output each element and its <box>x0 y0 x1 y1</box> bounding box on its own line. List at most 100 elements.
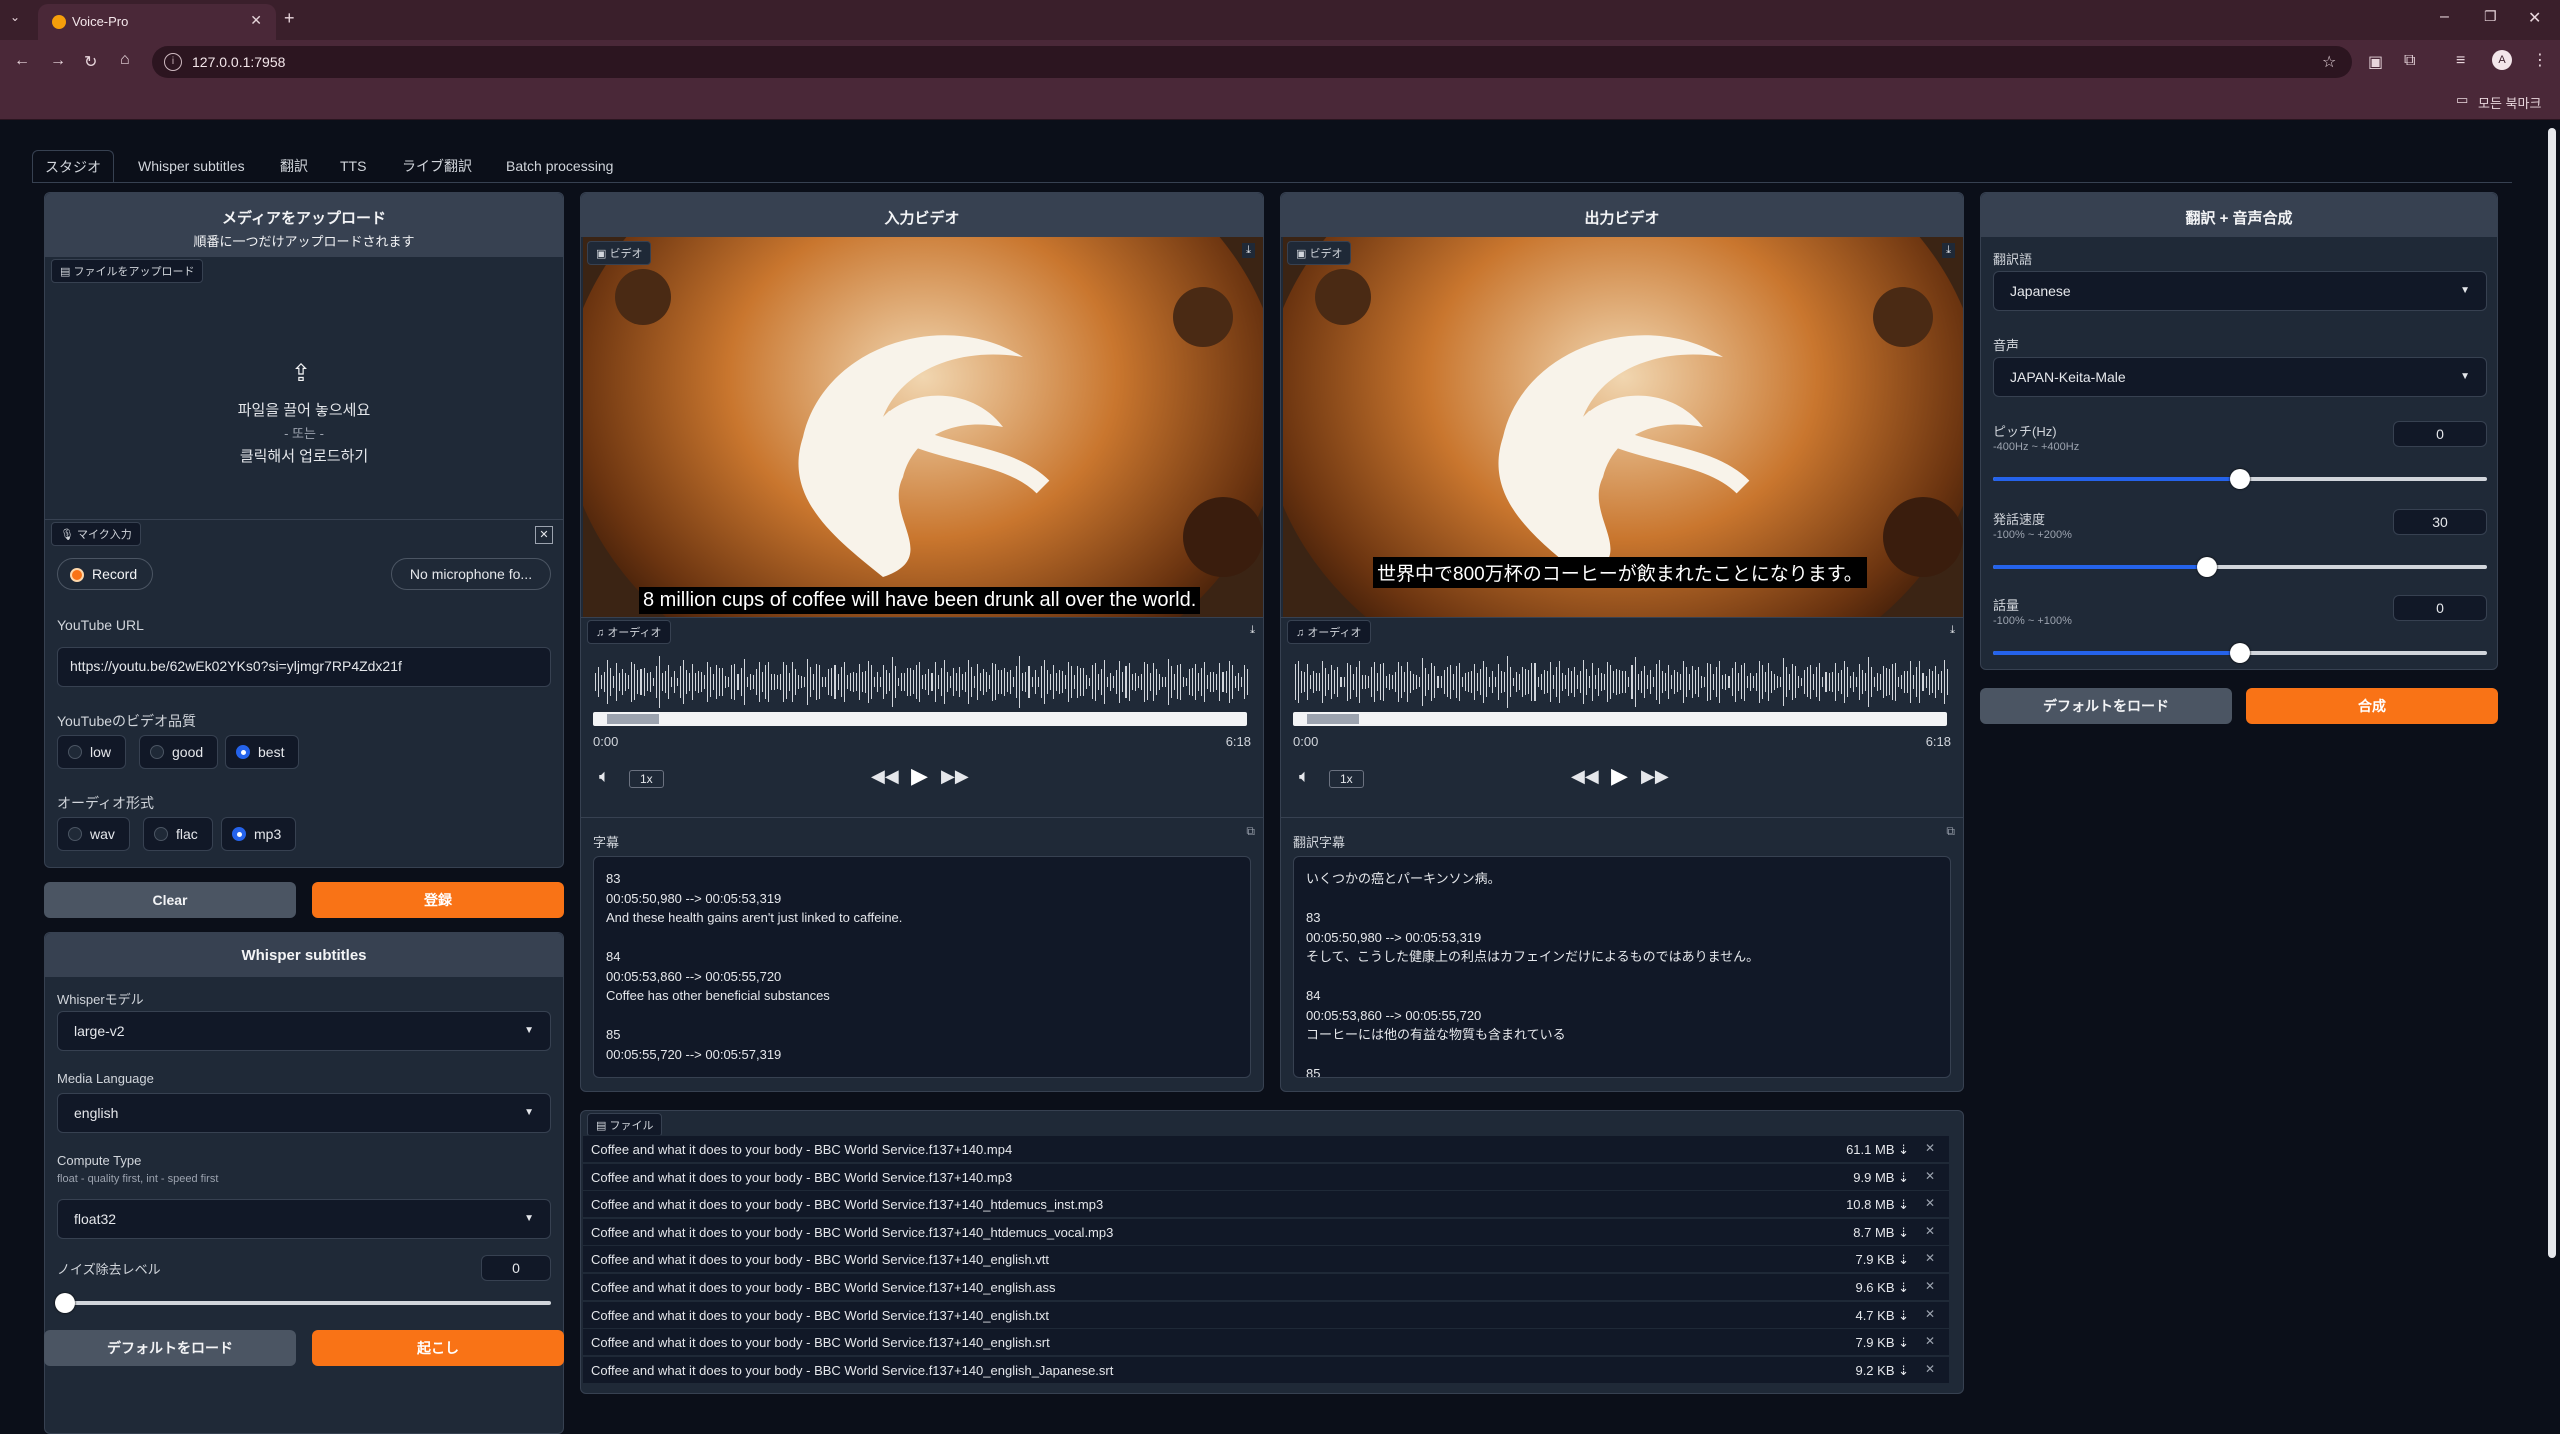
download-icon[interactable]: ⤓ <box>1942 243 1955 258</box>
file-size-download[interactable]: 8.7 MB ⇣ <box>1853 1225 1909 1241</box>
remove-file-icon[interactable]: ✕ <box>1925 1362 1935 1376</box>
mic-device-select[interactable]: No microphone fo... <box>391 558 551 590</box>
remove-file-icon[interactable]: ✕ <box>1925 1279 1935 1293</box>
output-video-player[interactable]: ▣ ビデオ ⤓ 世界中で800万杯のコーヒーが飲まれたことになります。 <box>1283 237 1963 617</box>
play-icon[interactable]: ▶ <box>911 763 928 789</box>
slider-thumb[interactable] <box>55 1293 75 1313</box>
slider-thumb[interactable] <box>2230 469 2250 489</box>
copy-icon[interactable]: ⧉ <box>1946 824 1955 839</box>
model-select[interactable]: large-v2 ▼ <box>57 1011 551 1051</box>
transcribe-button[interactable]: 起こし <box>312 1330 564 1366</box>
format-wav-radio[interactable]: wav <box>57 817 130 851</box>
slider-thumb[interactable] <box>2197 557 2218 577</box>
file-row[interactable]: Coffee and what it does to your body - B… <box>583 1217 1949 1245</box>
file-name[interactable]: Coffee and what it does to your body - B… <box>591 1335 1050 1350</box>
scroll-thumb[interactable] <box>607 714 659 724</box>
remove-file-icon[interactable]: ✕ <box>1925 1196 1935 1210</box>
site-info-icon[interactable]: i <box>164 53 182 71</box>
rewind-icon[interactable]: ◀◀ <box>1571 766 1599 787</box>
tab-tts[interactable]: TTS <box>328 150 378 182</box>
file-row[interactable]: Coffee and what it does to your body - B… <box>583 1300 1949 1328</box>
file-row[interactable]: Coffee and what it does to your body - B… <box>583 1162 1949 1190</box>
media-icon[interactable]: ≡ <box>2456 52 2465 70</box>
file-row[interactable]: Coffee and what it does to your body - B… <box>583 1245 1949 1273</box>
slider-thumb[interactable] <box>2230 643 2250 663</box>
page-scrollbar[interactable] <box>2544 120 2560 1392</box>
target-lang-select[interactable]: Japanese ▼ <box>1993 271 2487 311</box>
file-name[interactable]: Coffee and what it does to your body - B… <box>591 1363 1113 1378</box>
all-bookmarks-label[interactable]: 모든 북마크 <box>2478 93 2541 112</box>
youtube-url-input[interactable]: https://youtu.be/62wEk02YKs0?si=yljmgr7R… <box>57 647 551 687</box>
tab-search-icon[interactable]: ⌄ <box>10 10 20 24</box>
file-name[interactable]: Coffee and what it does to your body - B… <box>591 1225 1113 1240</box>
file-row[interactable]: Coffee and what it does to your body - B… <box>583 1355 1949 1383</box>
file-drop-zone[interactable]: ▤ ファイルをアップロード ⇪ 파일을 끌어 놓으세요 - 또는 - 클릭해서 … <box>45 257 563 519</box>
file-name[interactable]: Coffee and what it does to your body - B… <box>591 1308 1049 1323</box>
file-size-download[interactable]: 61.1 MB ⇣ <box>1846 1142 1909 1158</box>
output-subs-textarea[interactable]: いくつかの癌とパーキンソン病。 83 00:05:50,980 --> 00:0… <box>1293 856 1951 1078</box>
file-size-download[interactable]: 9.6 KB ⇣ <box>1855 1280 1909 1296</box>
remove-file-icon[interactable]: ✕ <box>1925 1224 1935 1238</box>
bookmark-star-icon[interactable]: ☆ <box>2322 52 2336 72</box>
download-icon[interactable]: ⤓ <box>1950 624 1955 637</box>
close-mic-icon[interactable]: ✕ <box>535 526 553 544</box>
extension-icon[interactable]: ▣ <box>2368 52 2383 72</box>
forward-icon[interactable]: ▶▶ <box>1641 766 1669 787</box>
address-bar[interactable]: i 127.0.0.1:7958 ☆ <box>152 46 2352 78</box>
output-waveform[interactable] <box>1295 654 1949 710</box>
speed-button[interactable]: 1x <box>629 770 664 788</box>
tab-translate[interactable]: 翻訳 <box>268 150 320 182</box>
noise-value-input[interactable]: 0 <box>481 1255 551 1281</box>
file-name[interactable]: Coffee and what it does to your body - B… <box>591 1197 1103 1212</box>
page-scroll-thumb[interactable] <box>2548 128 2556 1258</box>
profile-avatar[interactable]: A <box>2492 50 2512 70</box>
remove-file-icon[interactable]: ✕ <box>1925 1307 1935 1321</box>
synthesize-button[interactable]: 合成 <box>2246 688 2498 724</box>
back-icon[interactable]: ← <box>14 52 30 70</box>
rate-slider[interactable] <box>1993 557 2487 577</box>
close-tab-icon[interactable]: ✕ <box>250 12 262 29</box>
format-flac-radio[interactable]: flac <box>143 817 213 851</box>
pitch-value-input[interactable]: 0 <box>2393 421 2487 447</box>
rate-value-input[interactable]: 30 <box>2393 509 2487 535</box>
rewind-icon[interactable]: ◀◀ <box>871 766 899 787</box>
input-video-player[interactable]: ▣ ビデオ ⤓ 8 million cups of coffee will ha… <box>583 237 1263 617</box>
remove-file-icon[interactable]: ✕ <box>1925 1141 1935 1155</box>
play-icon[interactable]: ▶ <box>1611 763 1628 789</box>
copy-icon[interactable]: ⧉ <box>1246 824 1255 839</box>
reload-icon[interactable]: ↻ <box>84 52 97 72</box>
file-name[interactable]: Coffee and what it does to your body - B… <box>591 1280 1056 1295</box>
close-window-icon[interactable]: ✕ <box>2528 8 2541 28</box>
puzzle-icon[interactable]: ⧉ <box>2404 52 2415 70</box>
voice-select[interactable]: JAPAN-Keita-Male ▼ <box>1993 357 2487 397</box>
file-size-download[interactable]: 10.8 MB ⇣ <box>1846 1197 1909 1213</box>
home-icon[interactable]: ⌂ <box>120 51 130 69</box>
remove-file-icon[interactable]: ✕ <box>1925 1169 1935 1183</box>
pitch-slider[interactable] <box>1993 469 2487 489</box>
noise-slider[interactable] <box>55 1293 551 1313</box>
tab-studio[interactable]: スタジオ <box>32 150 114 182</box>
tab-whisper[interactable]: Whisper subtitles <box>126 150 257 182</box>
quality-best-radio[interactable]: best <box>225 735 300 769</box>
volume-icon[interactable]: 🔈︎ <box>1299 766 1310 787</box>
scroll-thumb[interactable] <box>1307 714 1359 724</box>
volume-slider[interactable] <box>1993 643 2487 663</box>
waveform-scrollbar[interactable] <box>1293 712 1947 726</box>
file-size-download[interactable]: 9.2 KB ⇣ <box>1855 1363 1909 1379</box>
remove-file-icon[interactable]: ✕ <box>1925 1334 1935 1348</box>
download-icon[interactable]: ⤓ <box>1250 624 1255 637</box>
file-name[interactable]: Coffee and what it does to your body - B… <box>591 1142 1012 1157</box>
compute-type-select[interactable]: float32 ▼ <box>57 1199 551 1239</box>
browser-tab[interactable]: Voice-Pro ✕ <box>38 4 276 40</box>
tts-default-button[interactable]: デフォルトをロード <box>1980 688 2232 724</box>
quality-good-radio[interactable]: good <box>139 735 219 769</box>
file-name[interactable]: Coffee and what it does to your body - B… <box>591 1170 1012 1185</box>
register-button[interactable]: 登録 <box>312 882 564 918</box>
file-name[interactable]: Coffee and what it does to your body - B… <box>591 1252 1049 1267</box>
minimize-icon[interactable]: – <box>2440 8 2449 26</box>
file-row[interactable]: Coffee and what it does to your body - B… <box>583 1328 1949 1356</box>
download-icon[interactable]: ⤓ <box>1242 243 1255 258</box>
clear-button[interactable]: Clear <box>44 882 296 918</box>
whisper-default-button[interactable]: デフォルトをロード <box>44 1330 296 1366</box>
speed-button[interactable]: 1x <box>1329 770 1364 788</box>
